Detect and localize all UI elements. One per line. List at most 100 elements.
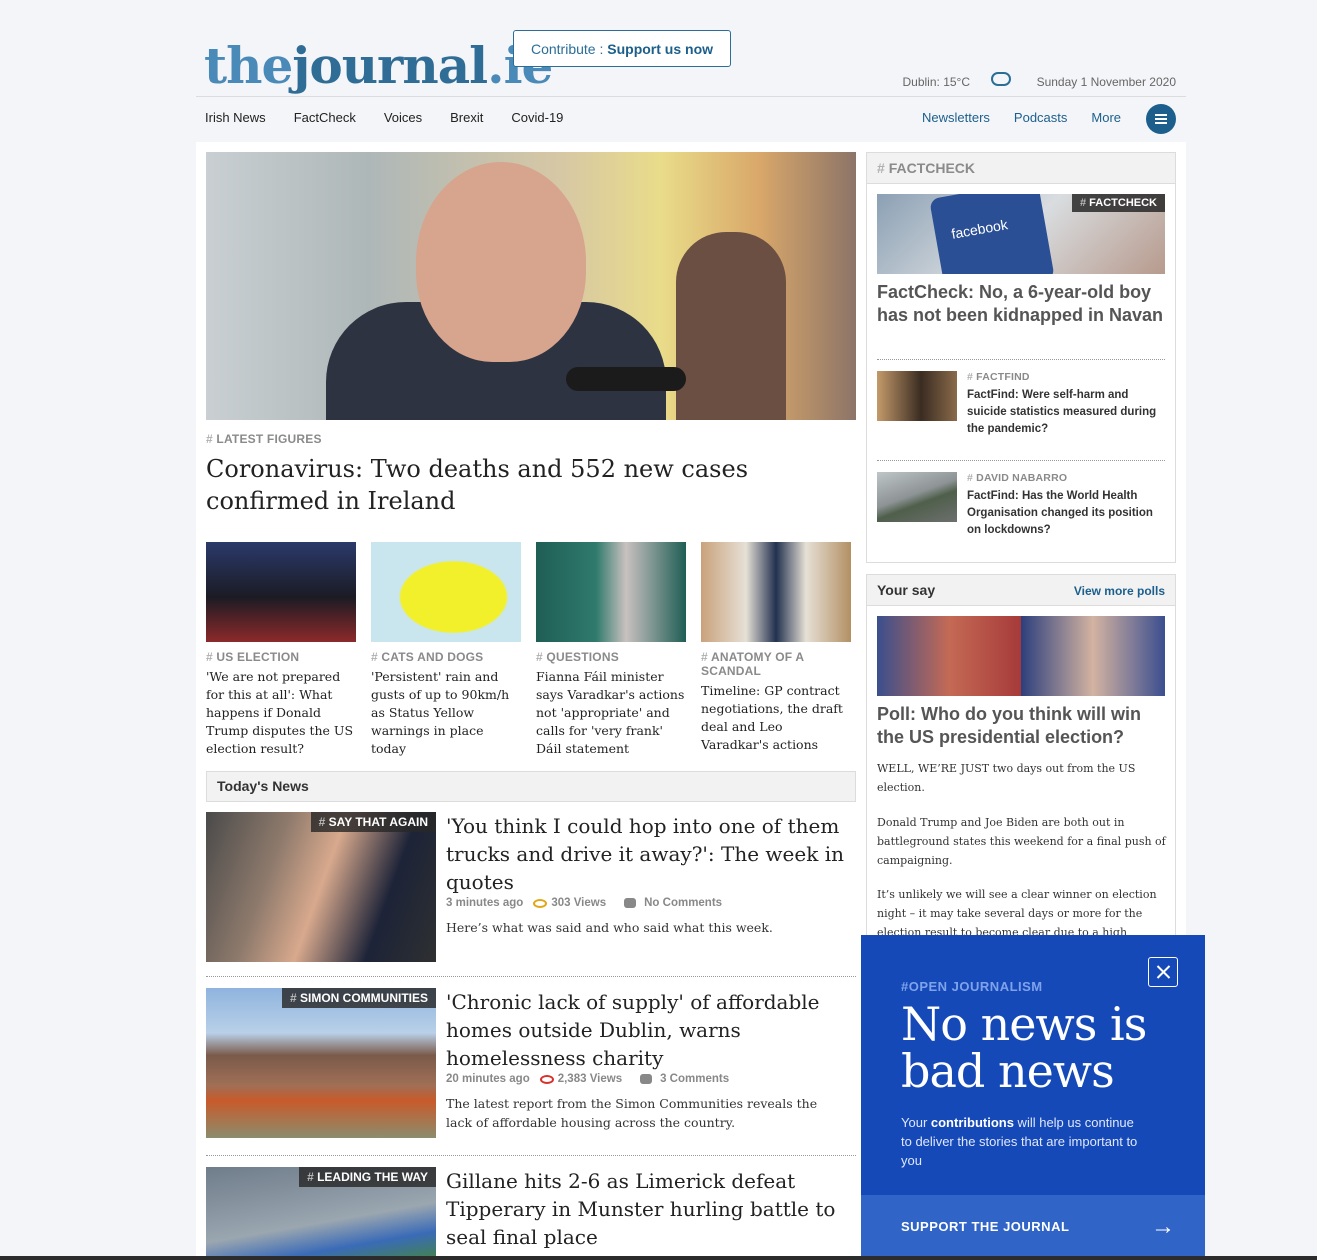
story-headline[interactable]: Gillane hits 2-6 as Limerick defeat Tipp… [446,1167,856,1251]
eye-icon [539,1074,554,1084]
panel-divider [877,359,1165,360]
story-headline[interactable]: 'You think I could hop into one of them … [446,812,856,896]
nav-newsletters[interactable]: Newsletters [922,110,990,125]
mini-story[interactable]: US ELECTION 'We are not prepared for thi… [206,542,356,758]
primary-nav: Irish News FactCheck Voices Brexit Covid… [205,110,591,125]
microphone-image [566,367,686,391]
candidate-image [1021,616,1165,696]
poll-paragraph: WELL, WE’RE JUST two days out from the U… [877,762,1136,794]
mini-story-tag[interactable]: US ELECTION [206,650,356,664]
nav-brexit[interactable]: Brexit [450,110,483,125]
news-story[interactable]: LEADING THE WAY Gillane hits 2-6 as Lime… [206,1167,856,1260]
arrow-right-icon: → [1151,1213,1175,1240]
mini-story-image[interactable] [536,542,686,642]
mini-story-tag[interactable]: CATS AND DOGS [371,650,521,664]
factcheck-item-image[interactable] [877,371,957,421]
story-divider [206,976,856,977]
bottom-bar [0,1256,1317,1260]
mini-story-image[interactable] [206,542,356,642]
mini-stories: US ELECTION 'We are not prepared for thi… [206,542,856,762]
story-summary: The latest report from the Simon Communi… [446,1096,818,1130]
factcheck-image[interactable]: facebook FACTCHECK [877,194,1165,274]
factcheck-item-tag[interactable]: FACTFIND [967,371,1030,383]
poll-header: Your say View more polls [867,575,1175,606]
nav-more[interactable]: More [1091,110,1121,125]
story-image[interactable]: SIMON COMMUNITIES [206,988,436,1138]
nav-factcheck[interactable]: FactCheck [294,110,356,125]
poll-image[interactable] [877,616,1165,696]
mini-story-headline[interactable]: Fianna Fáil minister says Varadkar's act… [536,668,686,758]
cloud-icon [991,72,1011,86]
story-badge[interactable]: SAY THAT AGAIN [310,812,436,832]
hero-headline[interactable]: Coronavirus: Two deaths and 552 new case… [206,453,856,517]
hamburger-icon [1155,114,1167,116]
story-image[interactable]: SAY THAT AGAIN [206,812,436,962]
poll-title[interactable]: Poll: Who do you think will win the US p… [877,703,1167,749]
view-more-polls-link[interactable]: View more polls [1074,582,1165,598]
factcheck-item-tag[interactable]: DAVID NABARRO [967,472,1067,484]
nav-covid-19[interactable]: Covid-19 [511,110,563,125]
poll-heading: Your say [877,582,936,598]
comment-icon [624,898,637,908]
site-logo[interactable]: thejournal.ie [204,36,553,95]
news-story[interactable]: SAY THAT AGAIN 'You think I could hop in… [206,812,856,962]
factcheck-panel: FACTCHECK facebook FACTCHECK FactCheck: … [866,152,1176,563]
nav-irish-news[interactable]: Irish News [205,110,266,125]
story-time: 3 minutes ago [446,897,524,909]
close-icon[interactable] [1148,957,1178,987]
factcheck-badge[interactable]: FACTCHECK [1071,194,1165,212]
comment-icon [640,1074,653,1084]
popup-headline: No news is bad news [901,997,1147,1098]
mini-story-tag[interactable]: QUESTIONS [536,650,686,664]
factcheck-item-headline[interactable]: FactFind: Has the World Health Organisat… [967,488,1165,539]
factcheck-item[interactable]: FACTFIND FactFind: Were self-harm and su… [877,371,1165,451]
story-time: 20 minutes ago [446,1073,530,1085]
news-story[interactable]: SIMON COMMUNITIES 'Chronic lack of suppl… [206,988,856,1138]
story-views: 2,383 Views [557,1073,623,1085]
factcheck-headline[interactable]: FactCheck: No, a 6-year-old boy has not … [877,281,1167,327]
story-headline[interactable]: 'Chronic lack of supply' of affordable h… [446,988,856,1072]
factcheck-item-headline[interactable]: FactFind: Were self-harm and suicide sta… [967,387,1165,438]
mini-story[interactable]: QUESTIONS Fianna Fáil minister says Vara… [536,542,686,758]
contribute-button[interactable]: Contribute : Support us now [513,30,731,67]
support-popup: #OPEN JOURNALISM No news is bad news You… [861,935,1205,1260]
hero-tag[interactable]: LATEST FIGURES [206,432,322,446]
nav-voices[interactable]: Voices [384,110,422,125]
mini-story-tag[interactable]: ANATOMY OF A SCANDAL [701,650,851,678]
poll-paragraph: Donald Trump and Joe Biden are both out … [877,816,1166,867]
factcheck-heading[interactable]: FACTCHECK [867,153,1175,184]
mini-story-headline[interactable]: 'Persistent' rain and gusts of up to 90k… [371,668,521,758]
nav-podcasts[interactable]: Podcasts [1014,110,1067,125]
story-meta: 3 minutes ago 303 Views No Comments [446,897,722,909]
popup-kicker: #OPEN JOURNALISM [901,979,1043,994]
date-text: Sunday 1 November 2020 [1036,75,1176,89]
popup-text: Your contributions will help us continue… [901,1115,1138,1168]
mini-story[interactable]: ANATOMY OF A SCANDAL Timeline: GP contra… [701,542,851,754]
story-meta: 20 minutes ago 2,383 Views 3 Comments [446,1073,729,1085]
weather-text: Dublin: 15°C [902,75,971,89]
eye-icon [533,898,548,908]
factcheck-item[interactable]: DAVID NABARRO FactFind: Has the World He… [877,472,1165,552]
factcheck-item-image[interactable] [877,472,957,522]
hero-image[interactable] [206,152,856,420]
mini-story-image[interactable] [701,542,851,642]
story-badge[interactable]: SIMON COMMUNITIES [281,988,436,1008]
support-the-journal-button[interactable]: SUPPORT THE JOURNAL → [861,1195,1205,1260]
site-header: thejournal.ie Contribute : Support us no… [196,0,1186,142]
story-comments[interactable]: 3 Comments [660,1073,729,1085]
story-views: 303 Views [551,897,607,909]
phone-image: facebook [929,194,1055,274]
story-summary: Here’s what was said and who said what t… [446,920,773,935]
mini-story-headline[interactable]: 'We are not prepared for this at all': W… [206,668,356,758]
story-comments[interactable]: No Comments [644,897,722,909]
story-badge[interactable]: LEADING THE WAY [299,1167,436,1187]
story-divider [206,1155,856,1156]
support-button-label: SUPPORT THE JOURNAL [901,1219,1070,1234]
mini-story-headline[interactable]: Timeline: GP contract negotiations, the … [701,682,851,754]
weather-map-image[interactable] [371,542,521,642]
story-image[interactable]: LEADING THE WAY [206,1167,436,1260]
menu-button[interactable] [1146,104,1176,134]
mini-story[interactable]: CATS AND DOGS 'Persistent' rain and gust… [371,542,521,758]
secondary-nav: Newsletters Podcasts More [922,110,1145,125]
todays-news-heading: Today's News [206,771,856,802]
